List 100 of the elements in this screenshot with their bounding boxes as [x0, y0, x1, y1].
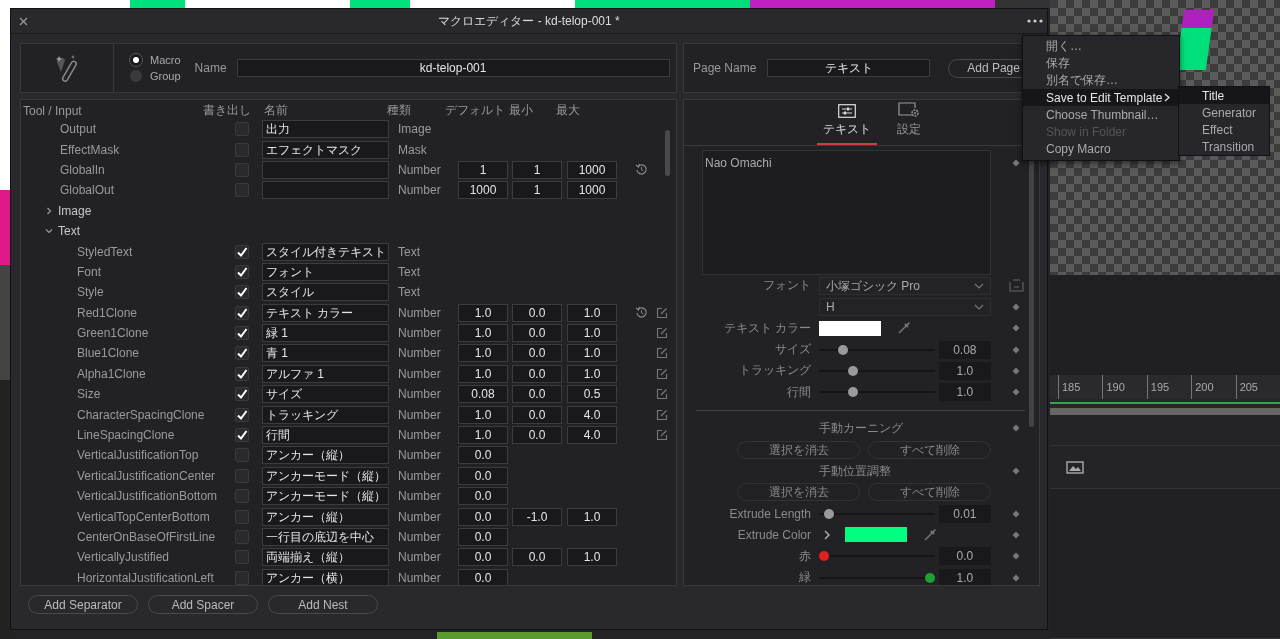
slider-thumb[interactable]: [824, 508, 835, 519]
menu-item[interactable]: Save to Edit Template: [1023, 89, 1179, 106]
color-swatch[interactable]: [845, 527, 907, 543]
color-swatch[interactable]: [819, 320, 881, 336]
max-field[interactable]: 1000: [567, 160, 617, 179]
group-label[interactable]: Text: [58, 224, 80, 239]
default-field[interactable]: 1.0: [458, 324, 508, 343]
slider-thumb[interactable]: [847, 387, 858, 398]
edit-icon[interactable]: [656, 327, 668, 340]
text-input-area[interactable]: Nao Omachi: [702, 150, 991, 275]
slider-thumb[interactable]: [819, 551, 829, 562]
edit-icon[interactable]: [656, 306, 668, 319]
default-field[interactable]: 1.0: [458, 344, 508, 363]
image-clip-icon[interactable]: [1066, 460, 1084, 474]
max-field[interactable]: 1000: [567, 181, 617, 200]
name-field[interactable]: アンカーモード（縦）: [262, 466, 389, 485]
name-field[interactable]: 出力: [262, 120, 389, 139]
default-field[interactable]: 0.0: [458, 548, 508, 567]
keyframe-icon[interactable]: [1012, 159, 1020, 167]
chevron-down-icon[interactable]: [45, 227, 53, 236]
slider-thumb[interactable]: [924, 572, 935, 583]
menu-item[interactable]: Generator: [1179, 104, 1269, 121]
export-checkbox[interactable]: [235, 142, 249, 157]
default-field[interactable]: 1.0: [458, 303, 508, 322]
macro-type-radio[interactable]: Group: [130, 70, 181, 82]
more-icon[interactable]: [1027, 19, 1043, 23]
export-checkbox[interactable]: [235, 346, 249, 361]
name-field[interactable]: トラッキング: [262, 405, 389, 424]
dropdown[interactable]: 小塚ゴシック Pro: [819, 276, 991, 295]
inspector-tab[interactable]: テキスト: [816, 100, 877, 145]
export-checkbox[interactable]: [235, 509, 249, 524]
export-checkbox[interactable]: [235, 530, 249, 544]
reset-icon[interactable]: [635, 305, 648, 319]
default-field[interactable]: 1.0: [458, 405, 508, 424]
menu-item[interactable]: Title: [1179, 87, 1269, 104]
name-field[interactable]: スタイル: [262, 283, 389, 302]
default-field[interactable]: 0.0: [458, 528, 508, 546]
keyframe-icon[interactable]: [1012, 345, 1020, 354]
group-label[interactable]: Image: [58, 203, 92, 218]
export-checkbox[interactable]: [235, 468, 249, 483]
menu-item[interactable]: Effect: [1179, 121, 1269, 138]
export-checkbox[interactable]: [235, 264, 249, 279]
page-name-field[interactable]: テキスト: [767, 59, 931, 77]
min-field[interactable]: 0.0: [512, 385, 562, 404]
name-field[interactable]: kd-telop-001: [236, 59, 670, 77]
export-checkbox[interactable]: [235, 183, 249, 198]
min-field[interactable]: 0.0: [512, 364, 562, 383]
max-field[interactable]: 1.0: [567, 507, 617, 526]
value-field[interactable]: 0.08: [938, 340, 991, 359]
name-field[interactable]: [262, 160, 389, 179]
min-field[interactable]: 0.0: [512, 426, 562, 445]
max-field[interactable]: 4.0: [567, 405, 617, 424]
export-checkbox[interactable]: [235, 428, 249, 443]
name-field[interactable]: 緑 1: [262, 324, 389, 343]
keyframe-icon[interactable]: [1012, 467, 1020, 475]
export-checkbox[interactable]: [235, 122, 249, 137]
menu-item[interactable]: Choose Thumbnail…: [1023, 106, 1179, 123]
eyedropper-icon[interactable]: [923, 527, 937, 542]
name-field[interactable]: アンカー（横）: [262, 568, 389, 585]
dropdown[interactable]: H: [819, 297, 991, 316]
slider-thumb[interactable]: [838, 344, 848, 355]
default-field[interactable]: 0.0: [458, 446, 508, 465]
default-field[interactable]: 1.0: [458, 426, 508, 445]
max-field[interactable]: 1.0: [567, 364, 617, 383]
keyframe-icon[interactable]: [1012, 302, 1020, 311]
export-checkbox[interactable]: [235, 244, 249, 259]
eyedropper-icon[interactable]: [897, 321, 911, 336]
export-checkbox[interactable]: [235, 570, 249, 585]
export-checkbox[interactable]: [235, 489, 249, 504]
name-field[interactable]: 行間: [262, 426, 389, 445]
default-field[interactable]: 0.0: [458, 507, 508, 526]
keyframe-icon[interactable]: [1012, 366, 1020, 375]
export-checkbox[interactable]: [235, 448, 249, 463]
name-field[interactable]: アンカー（縦）: [262, 507, 389, 526]
name-field[interactable]: スタイル付きテキスト: [262, 242, 389, 261]
max-field[interactable]: 0.5: [567, 385, 617, 404]
min-field[interactable]: 0.0: [512, 548, 562, 567]
keyframe-icon[interactable]: [1012, 424, 1020, 433]
name-field[interactable]: アルファ 1: [262, 364, 389, 383]
name-field[interactable]: アンカーモード（縦）: [262, 487, 389, 506]
menu-item[interactable]: 開く…: [1023, 38, 1179, 55]
menu-item[interactable]: Transition: [1179, 138, 1269, 155]
inspector-tab[interactable]: 設定: [890, 100, 927, 145]
min-field[interactable]: 0.0: [512, 344, 562, 363]
export-checkbox[interactable]: [235, 387, 249, 402]
max-field[interactable]: 1.0: [567, 344, 617, 363]
min-field[interactable]: 0.0: [512, 324, 562, 343]
min-field[interactable]: 1: [512, 181, 562, 200]
edit-icon[interactable]: [656, 367, 668, 380]
macro-type-radio[interactable]: Macro: [130, 54, 181, 66]
export-checkbox[interactable]: [235, 407, 249, 422]
export-checkbox[interactable]: [235, 305, 249, 320]
close-icon[interactable]: [19, 16, 28, 26]
export-checkbox[interactable]: [235, 550, 249, 565]
value-field[interactable]: 1.0: [938, 383, 991, 402]
export-checkbox[interactable]: [235, 285, 249, 300]
keyframe-icon[interactable]: [1012, 573, 1020, 582]
min-field[interactable]: 0.0: [512, 405, 562, 424]
max-field[interactable]: 1.0: [567, 548, 617, 567]
max-field[interactable]: 1.0: [567, 324, 617, 343]
